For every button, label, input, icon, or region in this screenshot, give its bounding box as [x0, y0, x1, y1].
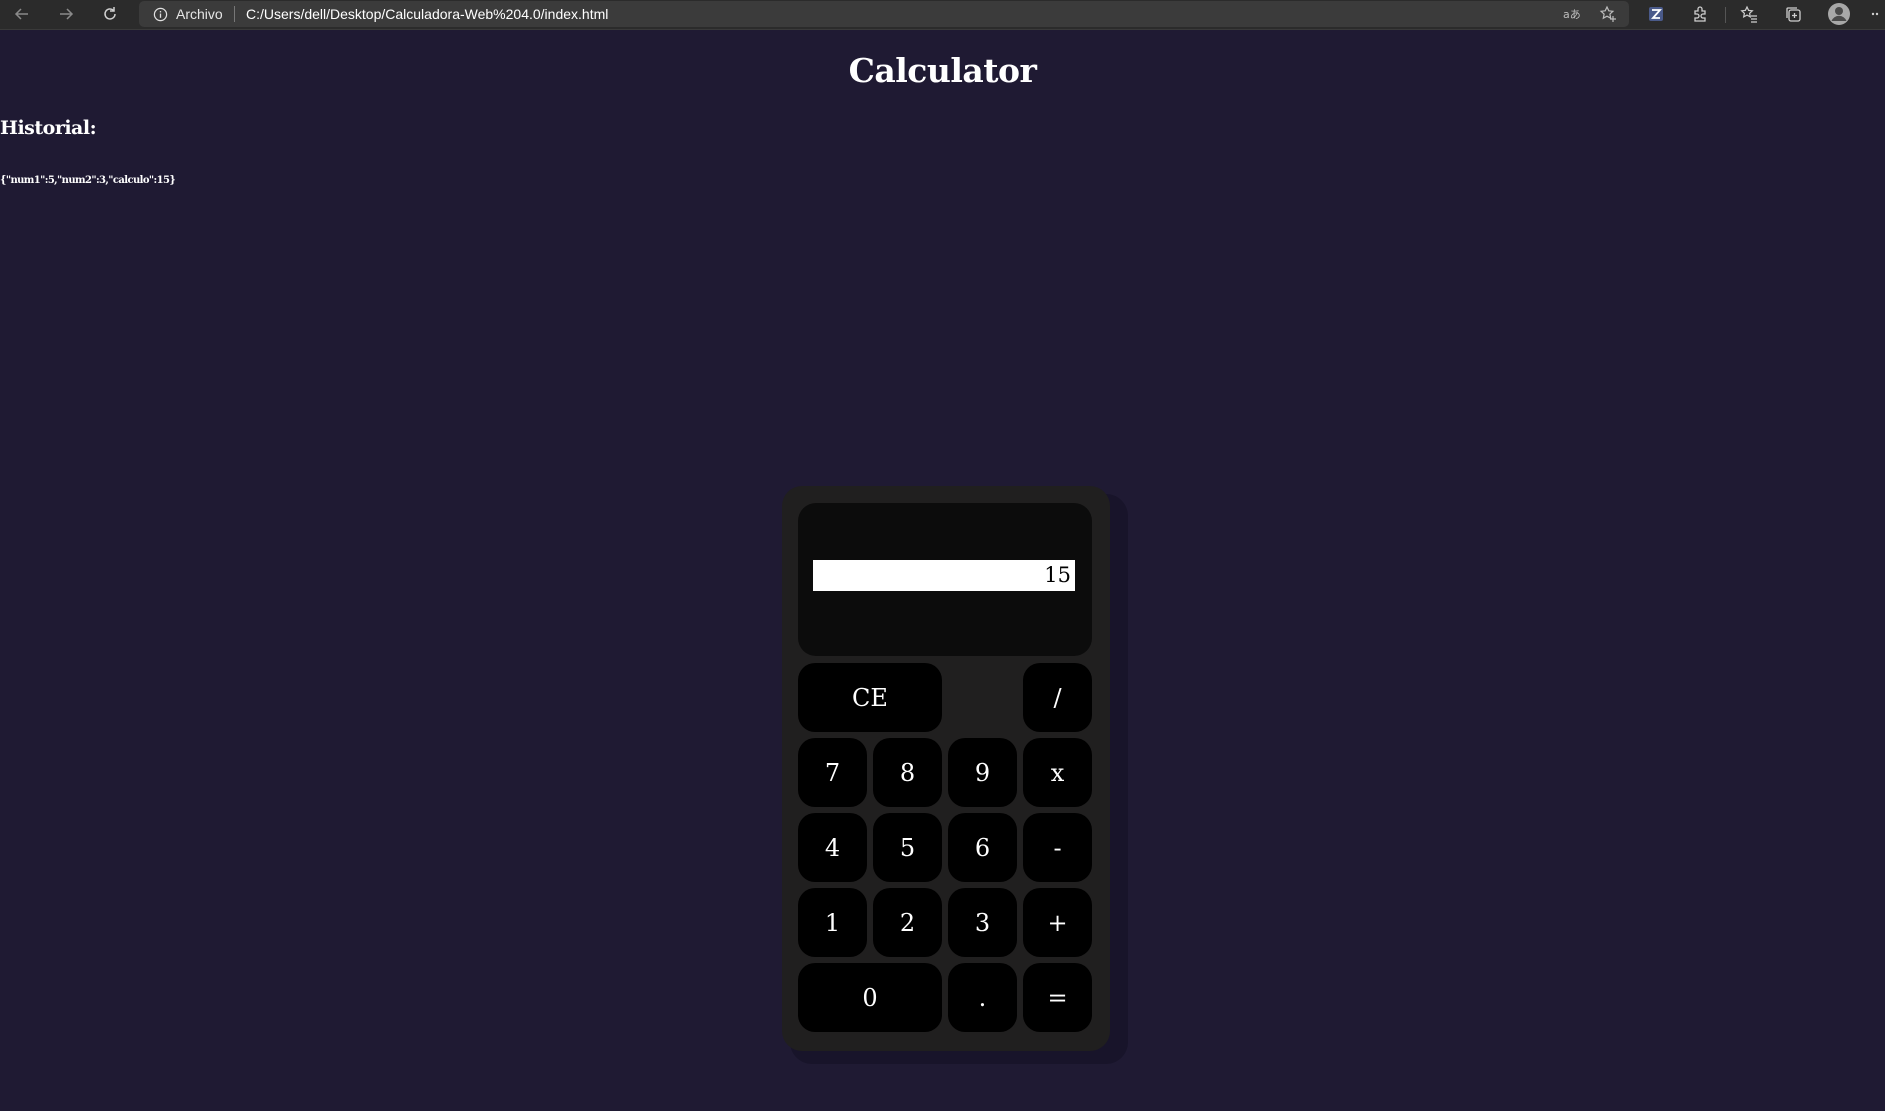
- digit-3-button[interactable]: 3: [948, 888, 1017, 957]
- add-button[interactable]: +: [1023, 888, 1092, 957]
- url-text[interactable]: C:/Users/dell/Desktop/Calculadora-Web%20…: [246, 5, 608, 23]
- address-separator: [234, 6, 235, 22]
- divide-button[interactable]: /: [1023, 663, 1092, 732]
- equals-button[interactable]: =: [1023, 963, 1092, 1032]
- digit-9-button[interactable]: 9: [948, 738, 1017, 807]
- extensions-icon[interactable]: [1687, 2, 1713, 26]
- subtract-button[interactable]: -: [1023, 813, 1092, 882]
- digit-6-button[interactable]: 6: [948, 813, 1017, 882]
- address-bar[interactable]: Archivo C:/Users/dell/Desktop/Calculador…: [139, 1, 1629, 27]
- clear-button[interactable]: CE: [798, 663, 942, 732]
- digit-8-button[interactable]: 8: [873, 738, 942, 807]
- result-display[interactable]: [813, 560, 1075, 591]
- toolbar-separator: [1725, 7, 1726, 23]
- favorites-icon[interactable]: [1736, 2, 1762, 26]
- forward-arrow-icon[interactable]: [53, 1, 79, 27]
- info-icon[interactable]: [152, 6, 168, 22]
- collections-icon[interactable]: [1780, 2, 1806, 26]
- digit-5-button[interactable]: 5: [873, 813, 942, 882]
- page-title: Calculator: [848, 51, 1037, 90]
- back-arrow-icon[interactable]: [9, 1, 35, 27]
- history-heading: Historial:: [0, 117, 97, 139]
- zotero-extension-icon[interactable]: [1643, 2, 1669, 26]
- calculator: CE / 7 8 9 x 4 5 6 - 1 2 3 + 0 . =: [782, 486, 1110, 1051]
- browser-toolbar: Archivo C:/Users/dell/Desktop/Calculador…: [0, 0, 1885, 30]
- svg-text:aあ: aあ: [1563, 8, 1580, 21]
- favorite-add-icon[interactable]: [1598, 5, 1618, 23]
- refresh-icon[interactable]: [97, 1, 123, 27]
- calculator-screen: [798, 503, 1092, 656]
- read-aloud-icon[interactable]: aあ: [1561, 5, 1581, 23]
- decimal-button[interactable]: .: [948, 963, 1017, 1032]
- site-info-label[interactable]: Archivo: [176, 5, 223, 23]
- digit-7-button[interactable]: 7: [798, 738, 867, 807]
- multiply-button[interactable]: x: [1023, 738, 1092, 807]
- digit-1-button[interactable]: 1: [798, 888, 867, 957]
- history-entry: {"num1":5,"num2":3,"calculo":15}: [0, 175, 176, 186]
- digit-2-button[interactable]: 2: [873, 888, 942, 957]
- digit-0-button[interactable]: 0: [798, 963, 942, 1032]
- more-icon[interactable]: [1866, 2, 1885, 26]
- profile-icon[interactable]: [1826, 2, 1852, 26]
- digit-4-button[interactable]: 4: [798, 813, 867, 882]
